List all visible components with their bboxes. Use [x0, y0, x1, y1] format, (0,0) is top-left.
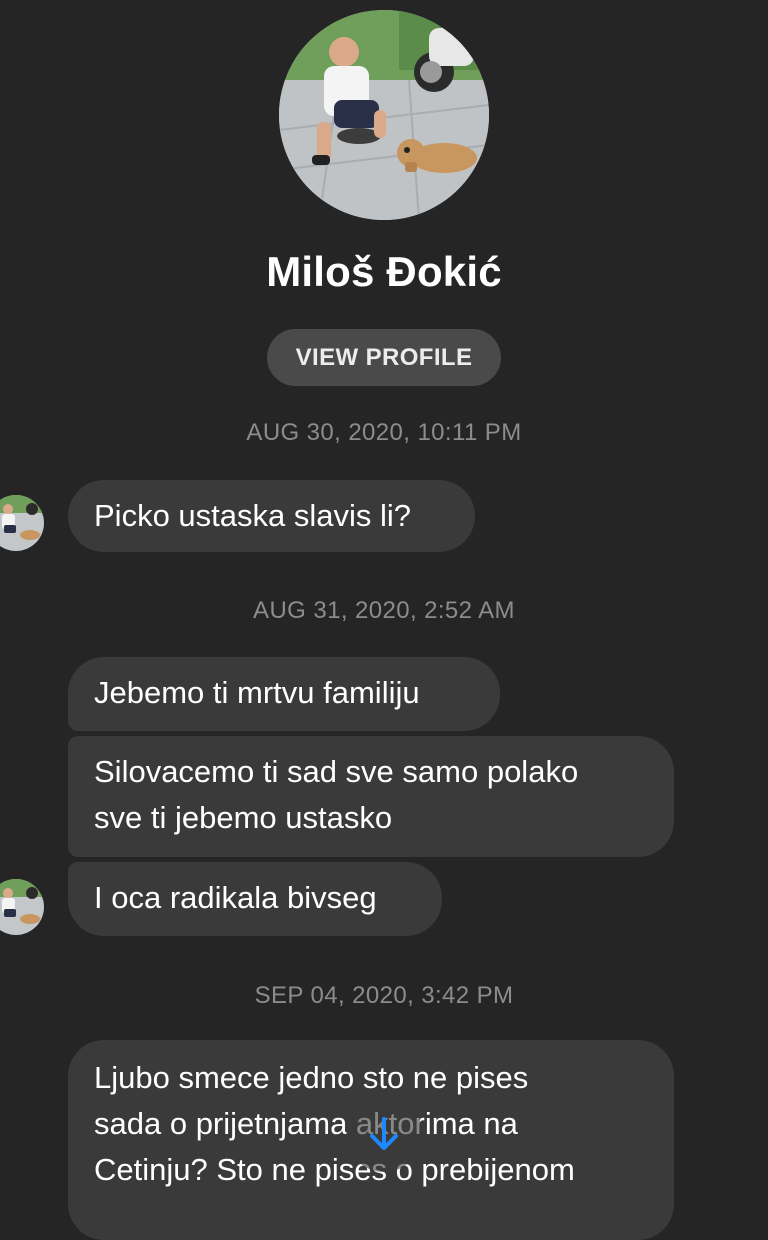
timestamp: AUG 30, 2020, 10:11 PM	[246, 419, 522, 446]
scroll-to-bottom-button[interactable]	[346, 1096, 422, 1172]
message-text-line: sve ti jebemo ustasko	[94, 800, 393, 835]
message-text: I oca radikala bivseg	[94, 880, 377, 915]
view-profile-button[interactable]: VIEW PROFILE	[267, 329, 501, 386]
message-bubble[interactable]: I oca radikala bivseg	[68, 862, 442, 936]
message-text: Jebemo ti mrtvu familiju	[94, 675, 420, 710]
message-bubble[interactable]: Jebemo ti mrtvu familiju	[68, 657, 500, 731]
message-bubble[interactable]: Picko ustaska slavis li?	[68, 480, 475, 552]
sender-avatar[interactable]	[0, 879, 44, 935]
timestamp: SEP 04, 2020, 3:42 PM	[254, 982, 514, 1009]
profile-avatar[interactable]	[279, 10, 489, 220]
message-text: Picko ustaska slavis li?	[94, 498, 412, 533]
message-text-line: Silovacemo ti sad sve samo polako	[94, 754, 579, 789]
profile-photo	[279, 10, 489, 220]
contact-name: Miloš Đokić	[266, 248, 502, 295]
message-text-line: Ljubo smece jedno sto ne pises	[94, 1060, 529, 1095]
message-bubble[interactable]: Silovacemo ti sad sve samo polako sve ti…	[68, 736, 674, 857]
arrow-down-icon	[370, 1117, 398, 1150]
timestamp: AUG 31, 2020, 2:52 AM	[253, 597, 515, 624]
sender-avatar[interactable]	[0, 495, 44, 551]
